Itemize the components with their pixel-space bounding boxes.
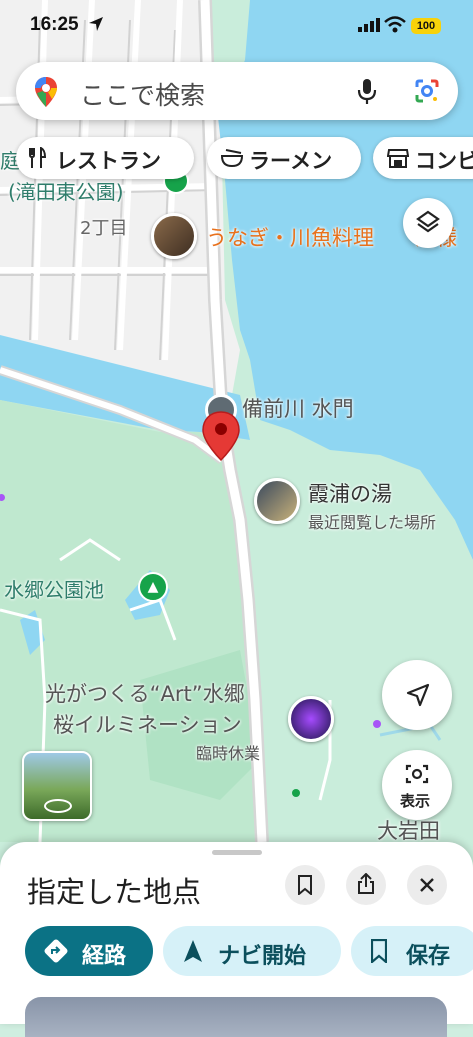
poi-dot[interactable]: [373, 720, 381, 728]
save-button[interactable]: 保存: [351, 926, 473, 976]
camera-lens-icon: [405, 764, 429, 784]
rotate-360-icon: [44, 799, 72, 813]
chip-restaurant[interactable]: レストラン: [16, 137, 194, 179]
google-lens-icon[interactable]: [414, 78, 440, 104]
search-input[interactable]: ここで検索: [80, 76, 205, 112]
status-time: 16:25: [30, 14, 79, 35]
chip-label: レストラン: [56, 149, 161, 173]
drag-handle[interactable]: [212, 850, 262, 855]
chip-convenience[interactable]: コンビ: [373, 137, 473, 179]
save-icon-button[interactable]: [285, 865, 325, 905]
layers-icon: [416, 210, 440, 233]
poi-dot[interactable]: [292, 789, 300, 797]
close-button[interactable]: [407, 865, 447, 905]
share-button[interactable]: [346, 865, 386, 905]
map-label-gate[interactable]: 備前川 水門: [242, 393, 354, 423]
maps-pin-logo-icon: [35, 77, 57, 107]
display-button[interactable]: 表示: [382, 750, 452, 820]
location-arrow-icon: [89, 17, 103, 31]
display-button-label: 表示: [400, 792, 431, 810]
bookmark-icon: [371, 939, 387, 963]
chip-ramen[interactable]: ラーメン: [207, 137, 361, 179]
search-bar[interactable]: ここで検索: [16, 62, 458, 120]
microphone-icon[interactable]: [357, 78, 377, 106]
ramen-bowl-icon: [221, 149, 243, 168]
map-label-event-line1[interactable]: 光がつくる“Art”水郷: [45, 678, 245, 708]
bottom-sheet[interactable]: 指定した地点 経路 ナビ開始 保存: [0, 842, 473, 1037]
close-icon: [420, 878, 434, 892]
battery-indicator: 100: [411, 18, 441, 34]
my-location-button[interactable]: [382, 660, 452, 730]
map-label-onsen-sub: 最近閲覧した場所: [308, 513, 437, 532]
map-label-pond[interactable]: 水郷公園池: [4, 574, 104, 603]
park-tree-icon[interactable]: ▲: [138, 572, 168, 602]
save-label: 保存: [406, 944, 451, 969]
start-navigation-label: ナビ開始: [218, 944, 307, 969]
chip-label: コンビ: [415, 149, 473, 173]
map-label-block: 2丁目: [80, 218, 128, 239]
map-label-event-status: 臨時休業: [196, 744, 261, 763]
map-label-area: 大岩田: [377, 819, 440, 843]
map-label-onsen[interactable]: 霞浦の湯: [308, 478, 392, 508]
fork-knife-icon: [29, 147, 46, 168]
onsen-marker[interactable]: [254, 478, 300, 524]
map-label-event-line2[interactable]: 桜イルミネーション: [53, 709, 242, 739]
map-label-park: (滝田東公園): [8, 180, 124, 204]
status-bar: 16:25 100: [0, 0, 473, 52]
wifi-icon: [384, 16, 406, 33]
directions-label: 経路: [82, 944, 127, 969]
street-view-thumbnail[interactable]: [22, 751, 92, 821]
place-title: 指定した地点: [27, 875, 202, 909]
directions-icon: [44, 939, 68, 963]
map-label-restaurant[interactable]: うなぎ・川魚料理: [206, 222, 374, 252]
store-icon: [387, 149, 409, 168]
bookmark-icon: [298, 875, 312, 895]
layers-button[interactable]: [403, 198, 453, 248]
restaurant-marker[interactable]: [151, 213, 197, 259]
navigation-arrow-outline-icon: [406, 683, 430, 707]
start-navigation-button[interactable]: ナビ開始: [163, 926, 341, 976]
event-marker[interactable]: [288, 696, 334, 742]
location-photo-preview[interactable]: [25, 997, 447, 1037]
dropped-pin-icon[interactable]: [200, 410, 242, 462]
share-icon: [358, 873, 374, 894]
navigation-arrow-icon: [184, 940, 202, 962]
signal-icon: [358, 18, 380, 32]
chip-label: ラーメン: [249, 149, 333, 173]
directions-button[interactable]: 経路: [25, 926, 153, 976]
